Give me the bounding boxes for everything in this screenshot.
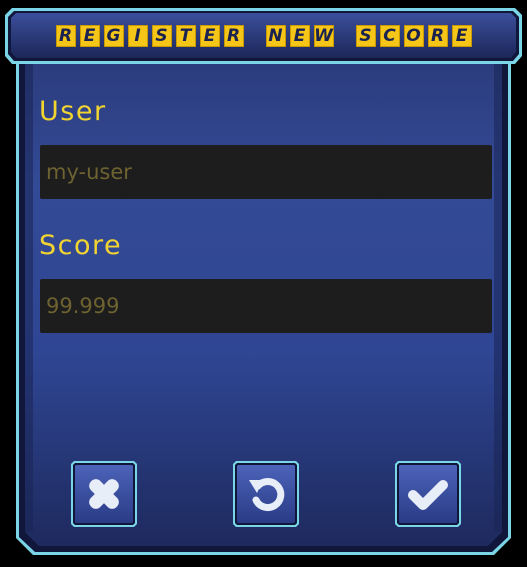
title-letter: O bbox=[403, 25, 424, 47]
undo-icon bbox=[233, 461, 299, 527]
title-letter: W bbox=[313, 25, 334, 47]
reset-button[interactable] bbox=[232, 460, 300, 528]
title-letter: R bbox=[223, 25, 244, 47]
confirm-button[interactable] bbox=[394, 460, 462, 528]
user-input[interactable] bbox=[40, 145, 492, 199]
checkmark-icon bbox=[395, 461, 461, 527]
title-word-score: SCORE bbox=[354, 25, 474, 47]
register-score-dialog: REGISTER NEW SCORE User Score bbox=[0, 0, 527, 567]
user-label: User bbox=[39, 96, 107, 127]
title-letter: R bbox=[427, 25, 448, 47]
title-letter: N bbox=[265, 25, 286, 47]
score-label: Score bbox=[39, 230, 123, 261]
title-word-new: NEW bbox=[264, 25, 336, 47]
dialog-title-bar: REGISTER NEW SCORE bbox=[0, 0, 527, 72]
cancel-button[interactable] bbox=[70, 460, 138, 528]
title-letter: G bbox=[103, 25, 124, 47]
title-word-register: REGISTER bbox=[54, 25, 246, 47]
score-input[interactable] bbox=[40, 279, 492, 333]
title-letter: R bbox=[55, 25, 76, 47]
title-letter: I bbox=[127, 25, 148, 47]
close-icon bbox=[71, 461, 137, 527]
title-letter: T bbox=[175, 25, 196, 47]
title-letter: E bbox=[451, 25, 472, 47]
title-letter: S bbox=[355, 25, 376, 47]
title-letter: C bbox=[379, 25, 400, 47]
title-letter: E bbox=[289, 25, 310, 47]
title-letter: E bbox=[79, 25, 100, 47]
title-letter: E bbox=[199, 25, 220, 47]
title-letter: S bbox=[151, 25, 172, 47]
dialog-title: REGISTER NEW SCORE bbox=[0, 23, 527, 49]
